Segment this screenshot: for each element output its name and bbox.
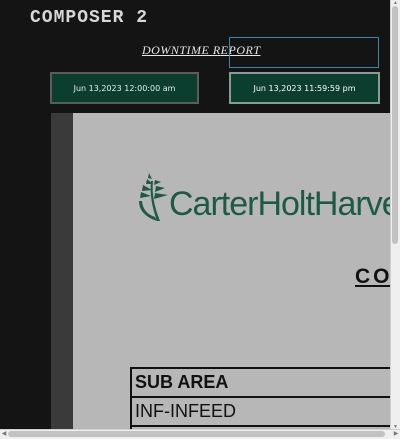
table-header-cell: SUB AREA: [130, 367, 392, 398]
horizontal-scroll-thumb[interactable]: [8, 431, 385, 437]
vertical-scrollbar[interactable]: ▲ ▼: [390, 0, 400, 430]
report-viewer[interactable]: CarterHoltHarvey CO SUB AREA INF-INFEED: [51, 113, 392, 439]
fern-logo-icon: [139, 173, 168, 221]
company-logo: CarterHoltHarvey: [137, 171, 392, 223]
start-datetime-button[interactable]: Jun 13,2023 12:00:00 am: [50, 72, 199, 104]
app-title: COMPOSER 2: [30, 8, 149, 28]
vertical-scroll-thumb[interactable]: [392, 6, 398, 244]
table-row: INF-INFEED: [130, 396, 392, 427]
end-datetime-button[interactable]: Jun 13,2023 11:59:59 pm: [229, 72, 380, 104]
horizontal-scrollbar[interactable]: ◀ ▶: [0, 429, 400, 439]
scroll-left-icon[interactable]: ◀: [0, 430, 8, 439]
scroll-right-icon[interactable]: ▶: [392, 430, 400, 439]
table-header-row: SUB AREA: [130, 367, 392, 398]
viewer-gutter: [51, 113, 73, 439]
company-logo-text: CarterHoltHarvey: [169, 185, 392, 223]
focus-outline: [229, 37, 379, 68]
table-cell: INF-INFEED: [130, 396, 392, 427]
report-heading: CO: [355, 265, 392, 288]
